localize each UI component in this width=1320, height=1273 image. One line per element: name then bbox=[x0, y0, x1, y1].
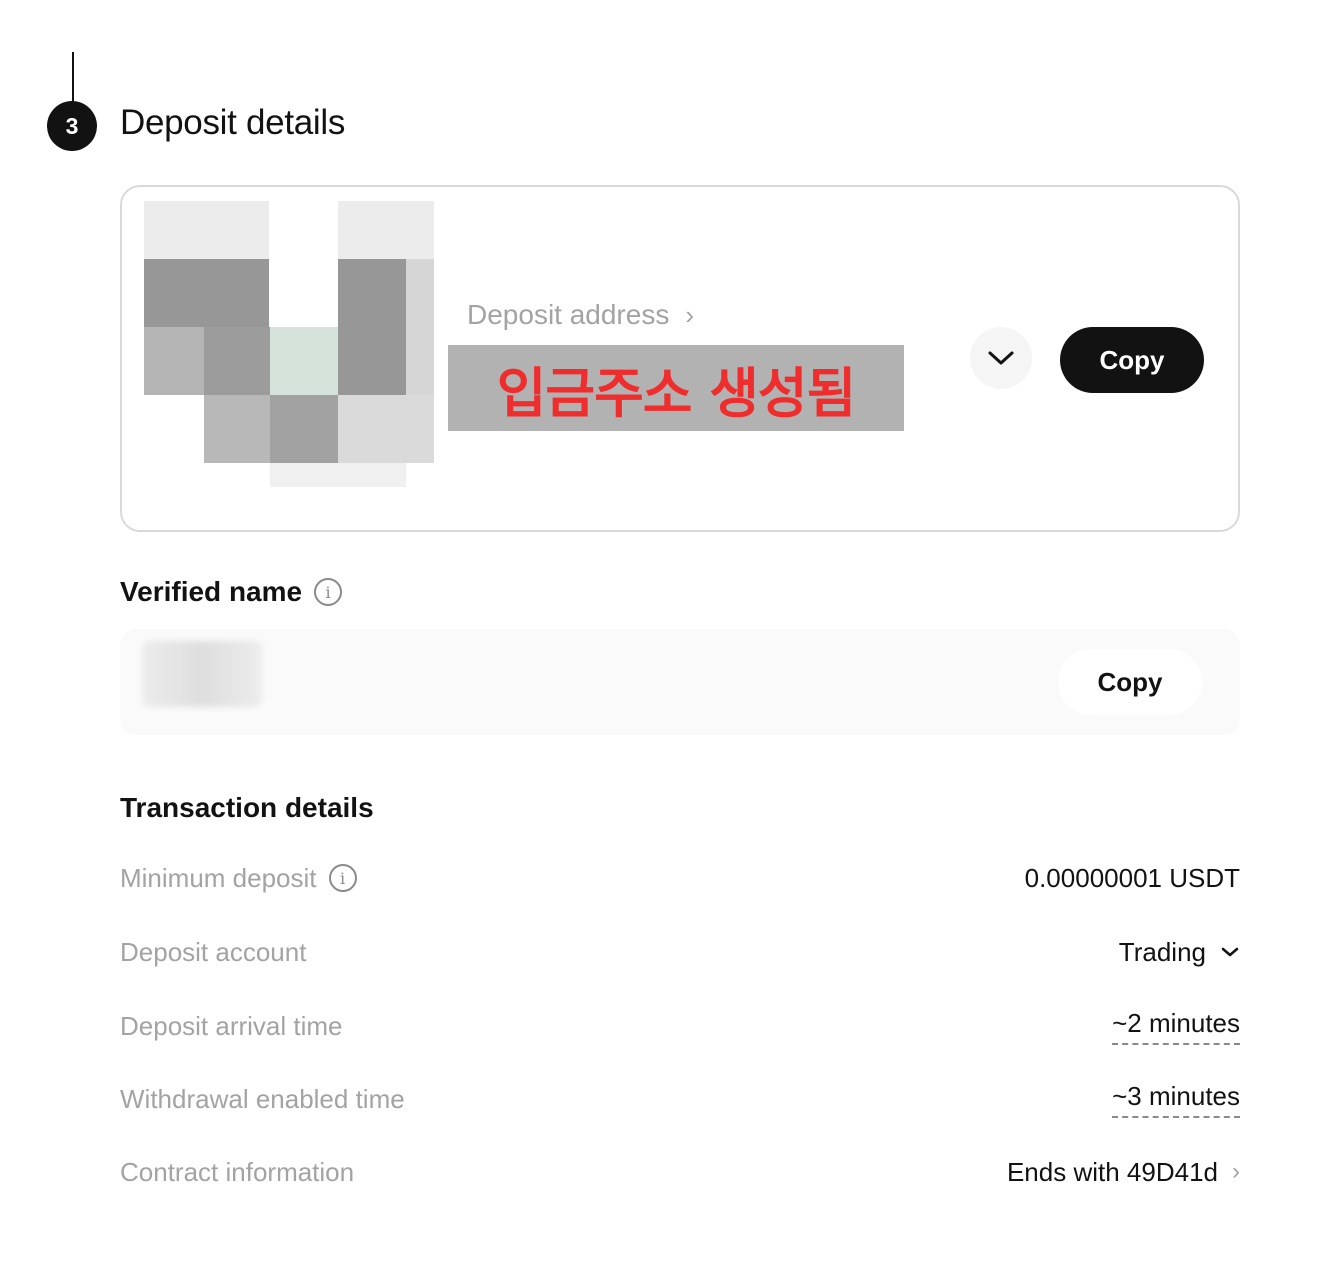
tx-label: Contract information bbox=[120, 1156, 355, 1187]
tx-row-minimum-deposit: Minimum deposit i 0.00000001 USDT bbox=[120, 858, 1240, 898]
chevron-down-icon bbox=[988, 351, 1014, 365]
step-number-badge: 3 bbox=[47, 101, 97, 151]
verified-name-box: Copy bbox=[120, 629, 1240, 735]
deposit-address-label-row[interactable]: Deposit address › bbox=[467, 299, 694, 331]
deposit-address-text: 입금주소 생성됨 bbox=[496, 361, 857, 425]
info-icon[interactable]: i bbox=[328, 864, 357, 892]
tx-value[interactable]: ~2 minutes bbox=[1112, 1008, 1240, 1045]
tx-label: Withdrawal enabled time bbox=[120, 1083, 405, 1114]
tx-value: Ends with 49D41d bbox=[1006, 1156, 1218, 1187]
tx-value: 0.00000001 USDT bbox=[1024, 862, 1240, 893]
copy-address-button[interactable]: Copy bbox=[1060, 327, 1204, 393]
transaction-details-title: Transaction details bbox=[120, 792, 374, 823]
section-title: Deposit details bbox=[120, 103, 346, 142]
chevron-right-icon: › bbox=[1232, 1158, 1240, 1185]
chevron-right-icon: › bbox=[685, 299, 695, 330]
verified-name-label: Verified name bbox=[120, 576, 303, 607]
contract-info-link[interactable]: Ends with 49D41d › bbox=[1007, 1157, 1240, 1188]
tx-value: Trading bbox=[1118, 936, 1206, 967]
deposit-address-value: 입금주소 생성됨 bbox=[448, 345, 904, 431]
info-icon[interactable]: i bbox=[314, 578, 343, 606]
address-expand-toggle[interactable] bbox=[970, 327, 1032, 389]
deposit-address-label: Deposit address bbox=[467, 299, 670, 330]
tx-row-withdrawal-time: Withdrawal enabled time ~3 minutes bbox=[120, 1079, 1240, 1119]
qr-code bbox=[144, 201, 434, 491]
step-connector-line bbox=[72, 52, 74, 104]
deposit-address-card: Deposit address › 입금주소 생성됨 Copy bbox=[120, 185, 1240, 532]
tx-row-arrival-time: Deposit arrival time ~2 minutes bbox=[120, 1006, 1240, 1046]
tx-row-contract-info: Contract information Ends with 49D41d › bbox=[120, 1152, 1240, 1192]
chevron-down-icon bbox=[1221, 947, 1239, 957]
tx-row-deposit-account: Deposit account Trading bbox=[120, 932, 1240, 972]
tx-label: Minimum deposit bbox=[120, 862, 317, 893]
verified-name-label-row: Verified name i bbox=[120, 576, 343, 608]
verified-name-value-redacted bbox=[142, 641, 262, 707]
tx-value[interactable]: ~3 minutes bbox=[1112, 1081, 1240, 1118]
tx-label: Deposit arrival time bbox=[120, 1010, 343, 1041]
deposit-account-select[interactable]: Trading bbox=[1119, 937, 1240, 968]
tx-label: Deposit account bbox=[120, 936, 307, 967]
copy-verified-name-button[interactable]: Copy bbox=[1058, 649, 1202, 715]
